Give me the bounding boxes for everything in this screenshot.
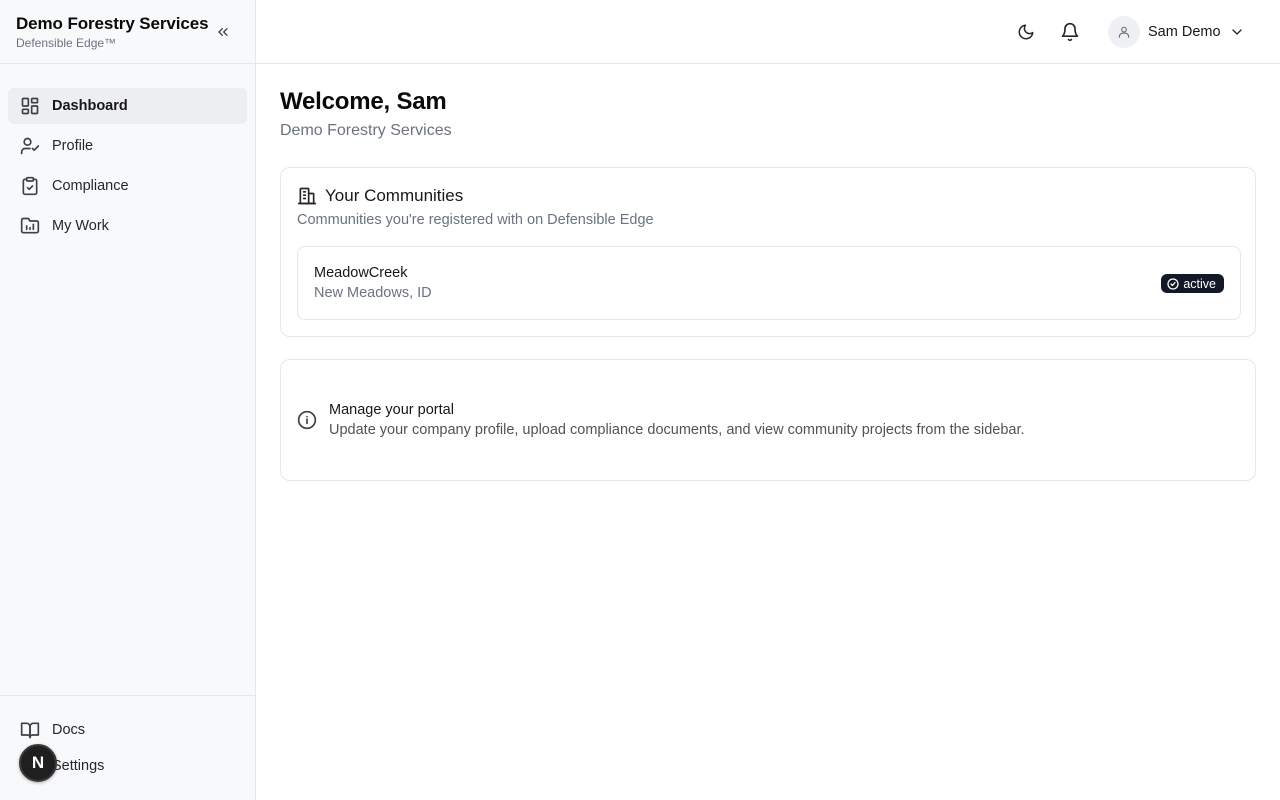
sidebar-item-docs[interactable]: Docs <box>8 712 247 748</box>
sidebar-item-my-work[interactable]: My Work <box>8 208 247 244</box>
company-name: Demo Forestry Services <box>280 122 452 139</box>
dashboard-icon <box>20 96 40 116</box>
sidebar: Demo Forestry Services Defensible Edge™ … <box>0 0 256 800</box>
communities-card-header: Your Communities <box>297 186 463 206</box>
communities-title: Your Communities <box>325 186 464 205</box>
info-icon <box>297 410 317 430</box>
sidebar-divider <box>0 63 255 64</box>
sidebar-item-compliance[interactable]: Compliance <box>8 168 247 204</box>
moon-icon <box>1018 24 1034 40</box>
brand: Demo Forestry Services Defensible Edge™ <box>16 14 209 50</box>
sidebar-item-dashboard[interactable]: Dashboard <box>8 88 247 124</box>
bell-icon <box>1061 22 1079 42</box>
sidebar-nav: Dashboard Profile Compliance My Work <box>8 88 247 248</box>
theme-toggle-button[interactable] <box>1014 20 1038 44</box>
building-icon <box>297 186 317 206</box>
communities-card: Your Communities Communities you're regi… <box>280 167 1256 337</box>
floating-action-button[interactable]: N <box>19 744 57 782</box>
sidebar-item-label: Docs <box>52 722 86 738</box>
sidebar-item-label: Dashboard <box>52 98 128 114</box>
chevrons-left-icon <box>218 27 228 36</box>
community-location: New Meadows, ID <box>314 285 432 301</box>
manage-portal-text: Update your company profile, upload comp… <box>329 422 1025 438</box>
page-title: Welcome, Sam <box>280 88 447 115</box>
status-badge: active <box>1161 274 1224 293</box>
chart-folder-icon <box>20 216 40 236</box>
community-name: MeadowCreek <box>314 265 408 281</box>
user-menu[interactable]: Sam Demo <box>1108 16 1245 48</box>
brand-title: Demo Forestry Services <box>16 14 209 33</box>
manage-portal-card: Manage your portal Update your company p… <box>280 359 1256 481</box>
clipboard-check-icon <box>20 176 40 196</box>
main-header: Welcome, Sam Demo Forestry Services <box>280 88 1256 140</box>
manage-portal-title: Manage your portal <box>329 402 454 418</box>
user-name: Sam Demo <box>1148 24 1221 40</box>
sidebar-item-label: Compliance <box>52 178 129 194</box>
community-item[interactable]: MeadowCreek New Meadows, ID active <box>297 246 1241 320</box>
communities-description: Communities you're registered with on De… <box>297 212 654 228</box>
book-icon <box>20 720 40 740</box>
sidebar-item-profile[interactable]: Profile <box>8 128 247 164</box>
avatar <box>1108 16 1140 48</box>
sidebar-item-label: My Work <box>52 218 109 234</box>
brand-subtitle: Defensible Edge™ <box>16 36 117 50</box>
user-check-icon <box>20 136 40 156</box>
top-bar: Sam Demo <box>256 0 1280 64</box>
chevron-down-icon <box>1229 24 1245 40</box>
sidebar-item-label: Profile <box>52 138 94 154</box>
sidebar-item-label: Settings <box>52 758 105 774</box>
user-icon <box>1118 26 1130 38</box>
collapse-sidebar-button[interactable] <box>212 22 234 42</box>
sidebar-footer-divider <box>0 695 255 696</box>
status-badge-label: active <box>1183 276 1216 291</box>
check-circle-icon <box>1167 277 1179 290</box>
notifications-button[interactable] <box>1058 20 1082 44</box>
